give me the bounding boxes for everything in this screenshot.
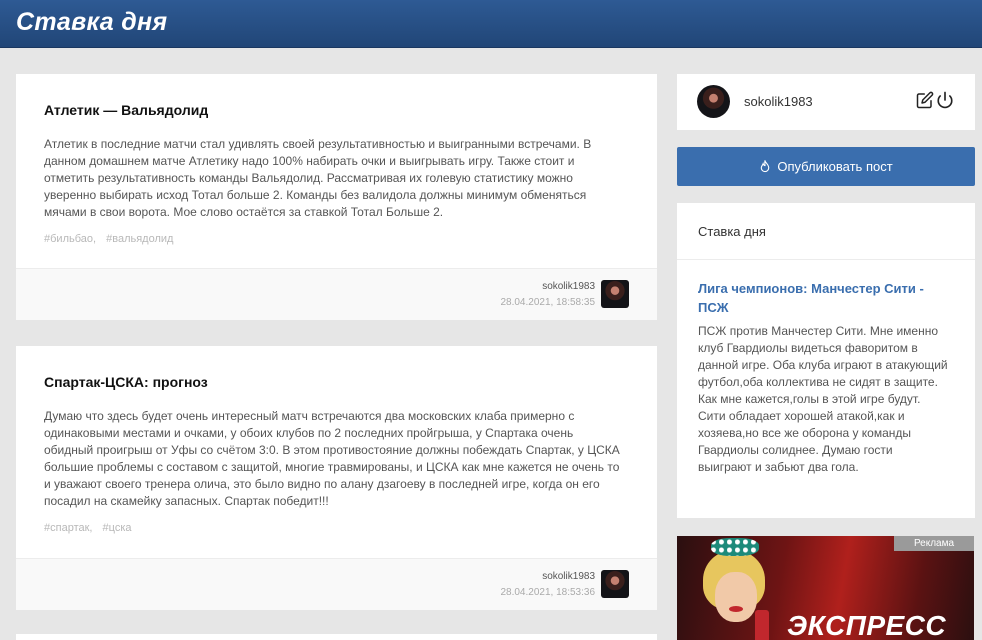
ad-text: ЭКСПРЕСС xyxy=(787,610,947,640)
post-date: 28.04.2021, 18:53:36 xyxy=(500,587,595,598)
ad-label: Реклама xyxy=(894,536,974,551)
ad-illustration-face xyxy=(715,572,757,622)
site-title[interactable]: Ставка дня xyxy=(16,8,167,37)
top-header: Ставка дня xyxy=(0,0,982,48)
post-text: Думаю что здесь будет очень интересный м… xyxy=(44,409,620,508)
author-avatar[interactable] xyxy=(601,570,629,598)
post-date: 28.04.2021, 18:58:35 xyxy=(500,297,595,308)
post-author[interactable]: sokolik1983 xyxy=(500,281,595,292)
ad-illustration-lips xyxy=(729,606,743,612)
tag-link[interactable]: #спартак, xyxy=(44,522,92,534)
post-card: Атлетик — Вальядолид Атлетик в последние… xyxy=(16,74,657,320)
tag-link[interactable]: #бильбао, xyxy=(44,233,96,245)
panel-heading: Ставка дня xyxy=(677,203,975,260)
post-title[interactable]: Атлетик — Вальядолид xyxy=(44,102,629,118)
post-title[interactable]: Спартак-ЦСКА: прогноз xyxy=(44,374,629,390)
ad-illustration-bow xyxy=(711,538,759,556)
edit-icon[interactable] xyxy=(916,91,934,109)
post-card: Спартак-ЦСКА: прогноз Думаю что здесь бу… xyxy=(16,346,657,610)
user-avatar[interactable] xyxy=(697,85,730,118)
ad-banner[interactable]: Реклама ЭКСПРЕСС xyxy=(677,536,974,640)
post-card xyxy=(16,634,657,640)
publish-post-label: Опубликовать пост xyxy=(777,159,893,174)
post-author[interactable]: sokolik1983 xyxy=(500,571,595,582)
author-avatar[interactable] xyxy=(601,280,629,308)
post-tags: #бильбао, #вальядолид xyxy=(44,233,629,245)
post-footer: sokolik1983 28.04.2021, 18:53:36 xyxy=(16,558,657,610)
power-icon[interactable] xyxy=(936,91,954,109)
post-tags: #спартак, #цска xyxy=(44,522,629,534)
user-panel: sokolik1983 xyxy=(677,74,975,130)
prediction-text: ПСЖ против Манчестер Сити. Мне именно кл… xyxy=(698,324,948,474)
prediction-title[interactable]: Лига чемпионов: Манчестер Сити - ПСЖ xyxy=(698,279,953,317)
bet-of-day-panel: Ставка дня Лига чемпионов: Манчестер Сит… xyxy=(677,203,975,518)
tag-link[interactable]: #вальядолид xyxy=(106,233,173,245)
tag-link[interactable]: #цска xyxy=(103,522,132,534)
publish-post-button[interactable]: Опубликовать пост xyxy=(677,147,975,186)
post-text: Атлетик в последние матчи стал удивлять … xyxy=(44,137,592,219)
fire-icon xyxy=(761,160,770,173)
post-footer: sokolik1983 28.04.2021, 18:58:35 xyxy=(16,268,657,320)
ad-illustration-phone xyxy=(755,610,769,640)
user-name[interactable]: sokolik1983 xyxy=(744,94,813,109)
